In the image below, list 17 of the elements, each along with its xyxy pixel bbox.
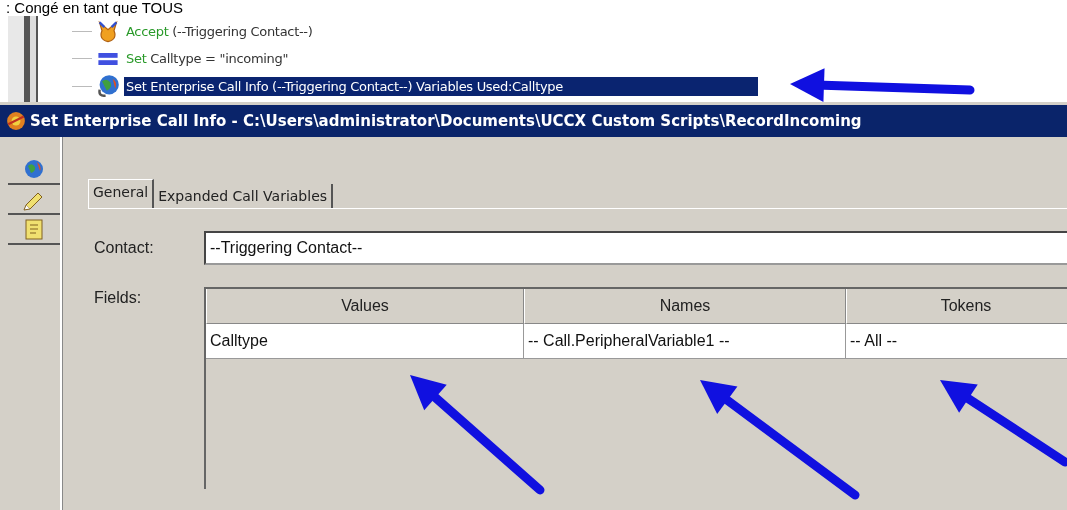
table-cell: -- Call.PeripheralVariable1 --	[524, 324, 846, 359]
tree-item[interactable]: Set Calltype = "incoming"	[124, 49, 291, 69]
window-title: Set Enterprise Call Info - C:\Users\administrator\Documents\UCCX Custom Scripts\RecordIncoming	[30, 112, 862, 130]
tree-item[interactable]: Set Enterprise Call Info (--Triggering Contact--) Variables Used:Calltype	[124, 76, 758, 96]
intro-text: : Congé en tant que TOUS	[5, 0, 185, 16]
note-icon[interactable]	[22, 217, 46, 241]
tab[interactable]: General	[88, 179, 155, 208]
table-cell: -- All --	[846, 324, 1067, 359]
bell-icon	[96, 19, 120, 44]
field-label: Fields:	[94, 288, 143, 307]
tree-item[interactable]: Accept (--Triggering Contact--)	[124, 22, 315, 42]
globe-icon[interactable]	[22, 157, 46, 181]
globe-icon	[96, 74, 120, 99]
table-cell: Calltype	[206, 324, 524, 359]
app-icon	[6, 111, 26, 131]
field-label: Contact:	[94, 239, 155, 257]
contact-field[interactable]: --Triggering Contact--	[204, 231, 1067, 265]
